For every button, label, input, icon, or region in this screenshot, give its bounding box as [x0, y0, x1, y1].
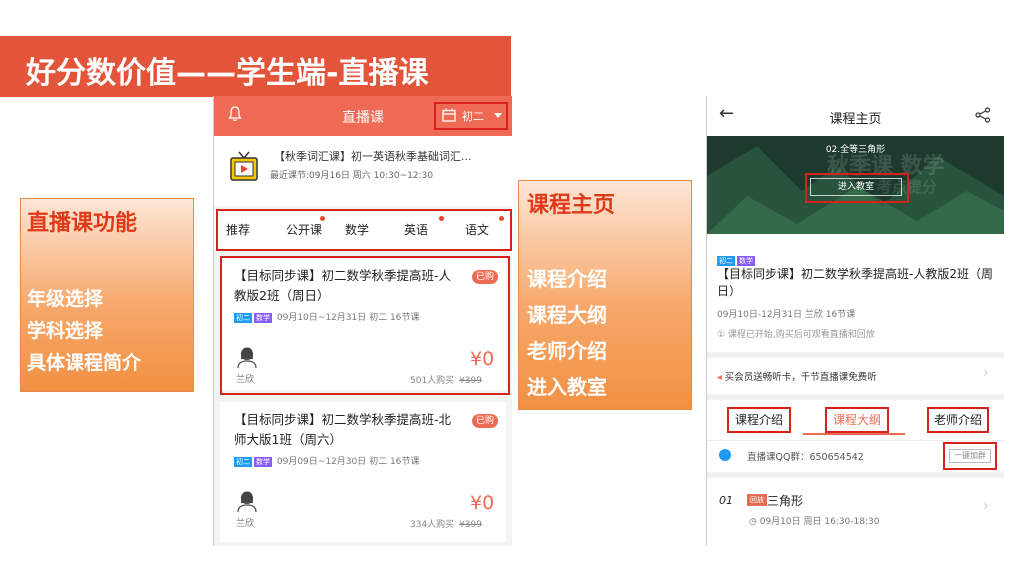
callout-course-home: 课程主页 课程介绍 课程大纲 老师介绍 进入教室	[518, 180, 692, 410]
hero-lesson-title: 02.全等三角形	[825, 145, 886, 155]
callout-line: 老师介绍	[527, 339, 607, 363]
chevron-down-icon	[494, 113, 502, 118]
callout-line: 学科选择	[27, 320, 104, 342]
join-group-highlight: 一键加群	[943, 442, 997, 470]
course-hero: 秋季课 数学 考点提分 02.全等三角形 进入教室	[707, 136, 1004, 234]
callout-line: 进入教室	[527, 375, 607, 399]
grade-value: 初二	[462, 110, 484, 123]
notice-title: 【秋季词汇课】初一英语秋季基础词汇...	[274, 150, 472, 163]
lesson-number: 01	[719, 494, 733, 507]
course-card[interactable]: 【目标同步课】初二数学秋季提高班-北师大版1班（周六） 已购 初二 数学 09月0…	[220, 402, 506, 542]
lesson-item[interactable]: 01 回放 三角形 ◷ 09月10日 周日 16:30-18:30 ›	[707, 472, 1004, 538]
course-title: 【目标同步课】初二数学秋季提高班-北师大版1班（周六）	[234, 412, 452, 447]
purchased-badge: 已购	[472, 414, 498, 428]
original-price: ¥399	[459, 520, 482, 530]
replay-badge: 回放	[747, 494, 767, 506]
teacher-name: 兰欣	[236, 519, 255, 529]
promo-label: 买会员送畅听卡，千节直播课免费听	[724, 372, 877, 383]
subject-highlight-box	[216, 209, 512, 251]
course-home-screen: ← 课程主页 秋季课 数学 考点提分 02.全等三角形 进入教室 初二 数学 【目…	[706, 96, 1004, 546]
course-info: 09月09日~12月30日 初二 16节课	[276, 457, 420, 467]
course-tags: 初二 数学	[717, 248, 757, 267]
callout-live-features: 直播课功能 年级选择 学科选择 具体课程简介	[20, 198, 194, 392]
avatar-icon	[237, 491, 257, 512]
clock-icon: ◷	[749, 517, 760, 527]
qq-group-text: 直播课QQ群：650654542	[747, 452, 864, 463]
callout-line: 年级选择	[27, 288, 104, 310]
share-icon[interactable]	[975, 107, 991, 123]
slide-banner: 好分数价值——学生端-直播课	[0, 36, 511, 97]
promo-text: ◂ 买会员送畅听卡，千节直播课免费听	[717, 369, 877, 383]
course-hint: ① 课程已开始,购买后可观看直播和回放	[717, 330, 875, 340]
course-dates: 09月10日-12月31日 兰欣 16节课	[717, 310, 856, 320]
callout-title: 直播课功能	[27, 211, 138, 236]
subject-tag: 数学	[254, 457, 272, 467]
course-card-highlight-box	[220, 256, 510, 395]
course-meta: 初二 数学 09月09日~12月30日 初二 16节课	[234, 454, 419, 467]
tab-course-intro[interactable]: 课程介绍	[727, 407, 791, 433]
live-header: 直播课 初二	[214, 96, 512, 136]
tv-icon	[230, 151, 258, 181]
callout-lines: 年级选择 学科选择 具体课程简介	[27, 283, 141, 379]
callout-lines: 课程介绍 课程大纲 老师介绍 进入教室	[527, 261, 607, 405]
course-header-title: 课程主页	[829, 112, 882, 127]
callout-line: 课程介绍	[527, 267, 607, 291]
buyer-count: 334人购买 ¥399	[410, 517, 482, 530]
lesson-time: ◷ 09月10日 周日 16:30-18:30	[749, 514, 879, 527]
grade-tag: 初二	[717, 256, 735, 266]
recent-course-notice[interactable]: 【秋季词汇课】初一英语秋季基础词汇... 最近课节:09月16日 周六 10:3…	[214, 136, 512, 206]
subject-tag: 数学	[737, 256, 755, 266]
course-header: ← 课程主页	[707, 96, 1004, 136]
course-title: 【目标同步课】初二数学秋季提高班-人教版2班（周日）	[717, 267, 993, 298]
enter-classroom-highlight: 进入教室	[805, 173, 909, 203]
chevron-right-icon: ›	[983, 365, 989, 381]
calendar-icon	[442, 108, 456, 122]
callout-line: 具体课程简介	[27, 352, 142, 374]
course-price: ¥0	[470, 492, 495, 514]
callout-line: 课程大纲	[527, 303, 607, 327]
callout-title: 课程主页	[527, 193, 616, 218]
buyers-text: 334人购买	[410, 520, 455, 530]
active-tab-underline	[803, 433, 905, 435]
slide-title: 好分数价值——学生端-直播课	[26, 56, 429, 91]
live-course-screen: 直播课 初二 【秋季词汇课】初一英语秋季基础词汇... 最近课节:09月16日 …	[213, 96, 512, 546]
grade-selector[interactable]: 初二	[434, 102, 508, 130]
grade-tag: 初二	[234, 457, 252, 467]
qq-icon	[719, 449, 731, 461]
notice-time: 最近课节:09月16日 周六 10:30~12:30	[270, 171, 434, 181]
tab-teacher-intro[interactable]: 老师介绍	[927, 407, 989, 433]
enter-classroom-button[interactable]: 进入教室	[810, 178, 902, 196]
tab-course-outline[interactable]: 课程大纲	[825, 407, 889, 433]
join-group-button[interactable]: 一键加群	[949, 449, 991, 463]
membership-promo[interactable]: ◂ 买会员送畅听卡，千节直播课免费听 ›	[707, 352, 1004, 400]
lesson-name: 三角形	[767, 494, 804, 508]
lesson-time-text: 09月10日 周日 16:30-18:30	[759, 517, 880, 527]
chevron-right-icon: ›	[983, 498, 989, 514]
speaker-icon: ◂	[717, 372, 725, 383]
